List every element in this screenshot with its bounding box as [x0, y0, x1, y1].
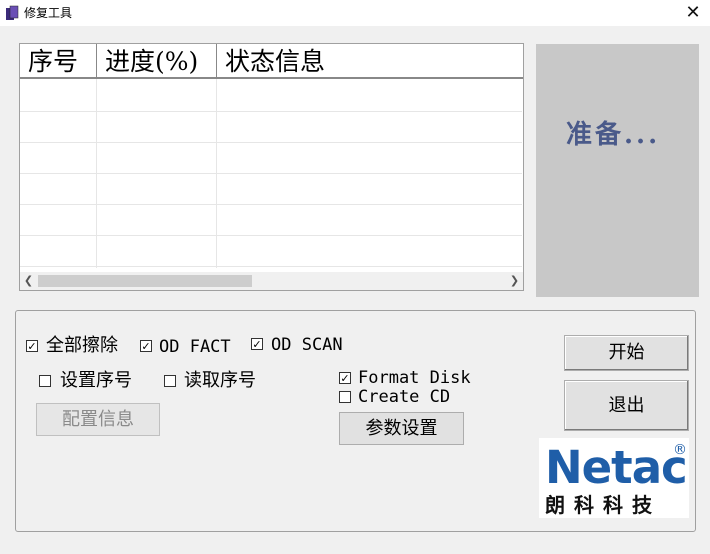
- grid-row-line: [20, 142, 522, 143]
- netac-logo: Netac ® 朗科科技: [539, 438, 689, 518]
- read-serial-checkbox[interactable]: [164, 375, 176, 387]
- set-serial-checkbox[interactable]: [39, 375, 51, 387]
- config-info-button[interactable]: 配置信息: [36, 403, 160, 436]
- create-cd-label: Create CD: [358, 387, 451, 407]
- scroll-left-icon[interactable]: ❮: [20, 272, 37, 290]
- scroll-thumb[interactable]: [38, 275, 252, 287]
- erase-all-label: 全部擦除: [46, 335, 118, 356]
- od-fact-checkbox[interactable]: ✓: [140, 340, 152, 352]
- grid-row-line: [20, 173, 522, 174]
- title-bar: 修复工具 ✕: [0, 0, 710, 26]
- status-panel: 准备...: [536, 44, 699, 297]
- read-serial-label: 读取序号: [184, 370, 256, 391]
- column-header-progress[interactable]: 进度(%): [97, 44, 217, 79]
- status-text: 准备...: [566, 120, 661, 150]
- set-serial-label: 设置序号: [60, 370, 132, 391]
- grid-row-line: [20, 235, 522, 236]
- logo-chinese-text: 朗科科技: [545, 493, 661, 517]
- od-scan-checkbox[interactable]: ✓: [251, 338, 263, 350]
- registered-mark: ®: [673, 442, 687, 458]
- progress-table[interactable]: 序号 进度(%) 状态信息 ❮ ❯: [19, 43, 524, 291]
- create-cd-checkbox[interactable]: [339, 391, 351, 403]
- format-disk-checkbox[interactable]: ✓: [339, 372, 351, 384]
- column-header-serial[interactable]: 序号: [20, 44, 97, 79]
- scroll-right-icon[interactable]: ❯: [506, 272, 523, 290]
- horizontal-scrollbar[interactable]: ❮ ❯: [20, 272, 523, 290]
- grid-row-line: [20, 266, 522, 267]
- grid-row-line: [20, 204, 522, 205]
- close-button[interactable]: ✕: [682, 3, 704, 23]
- erase-all-checkbox[interactable]: ✓: [26, 340, 38, 352]
- start-button[interactable]: 开始: [564, 335, 689, 371]
- param-settings-button[interactable]: 参数设置: [339, 412, 464, 445]
- exit-button[interactable]: 退出: [564, 380, 689, 431]
- app-icon: [6, 5, 19, 20]
- od-fact-label: OD FACT: [159, 337, 231, 357]
- logo-brand-text: Netac: [545, 441, 688, 494]
- window-title: 修复工具: [24, 6, 73, 20]
- column-header-status[interactable]: 状态信息: [217, 44, 523, 79]
- od-scan-label: OD SCAN: [271, 335, 343, 355]
- grid-row-line: [20, 111, 522, 112]
